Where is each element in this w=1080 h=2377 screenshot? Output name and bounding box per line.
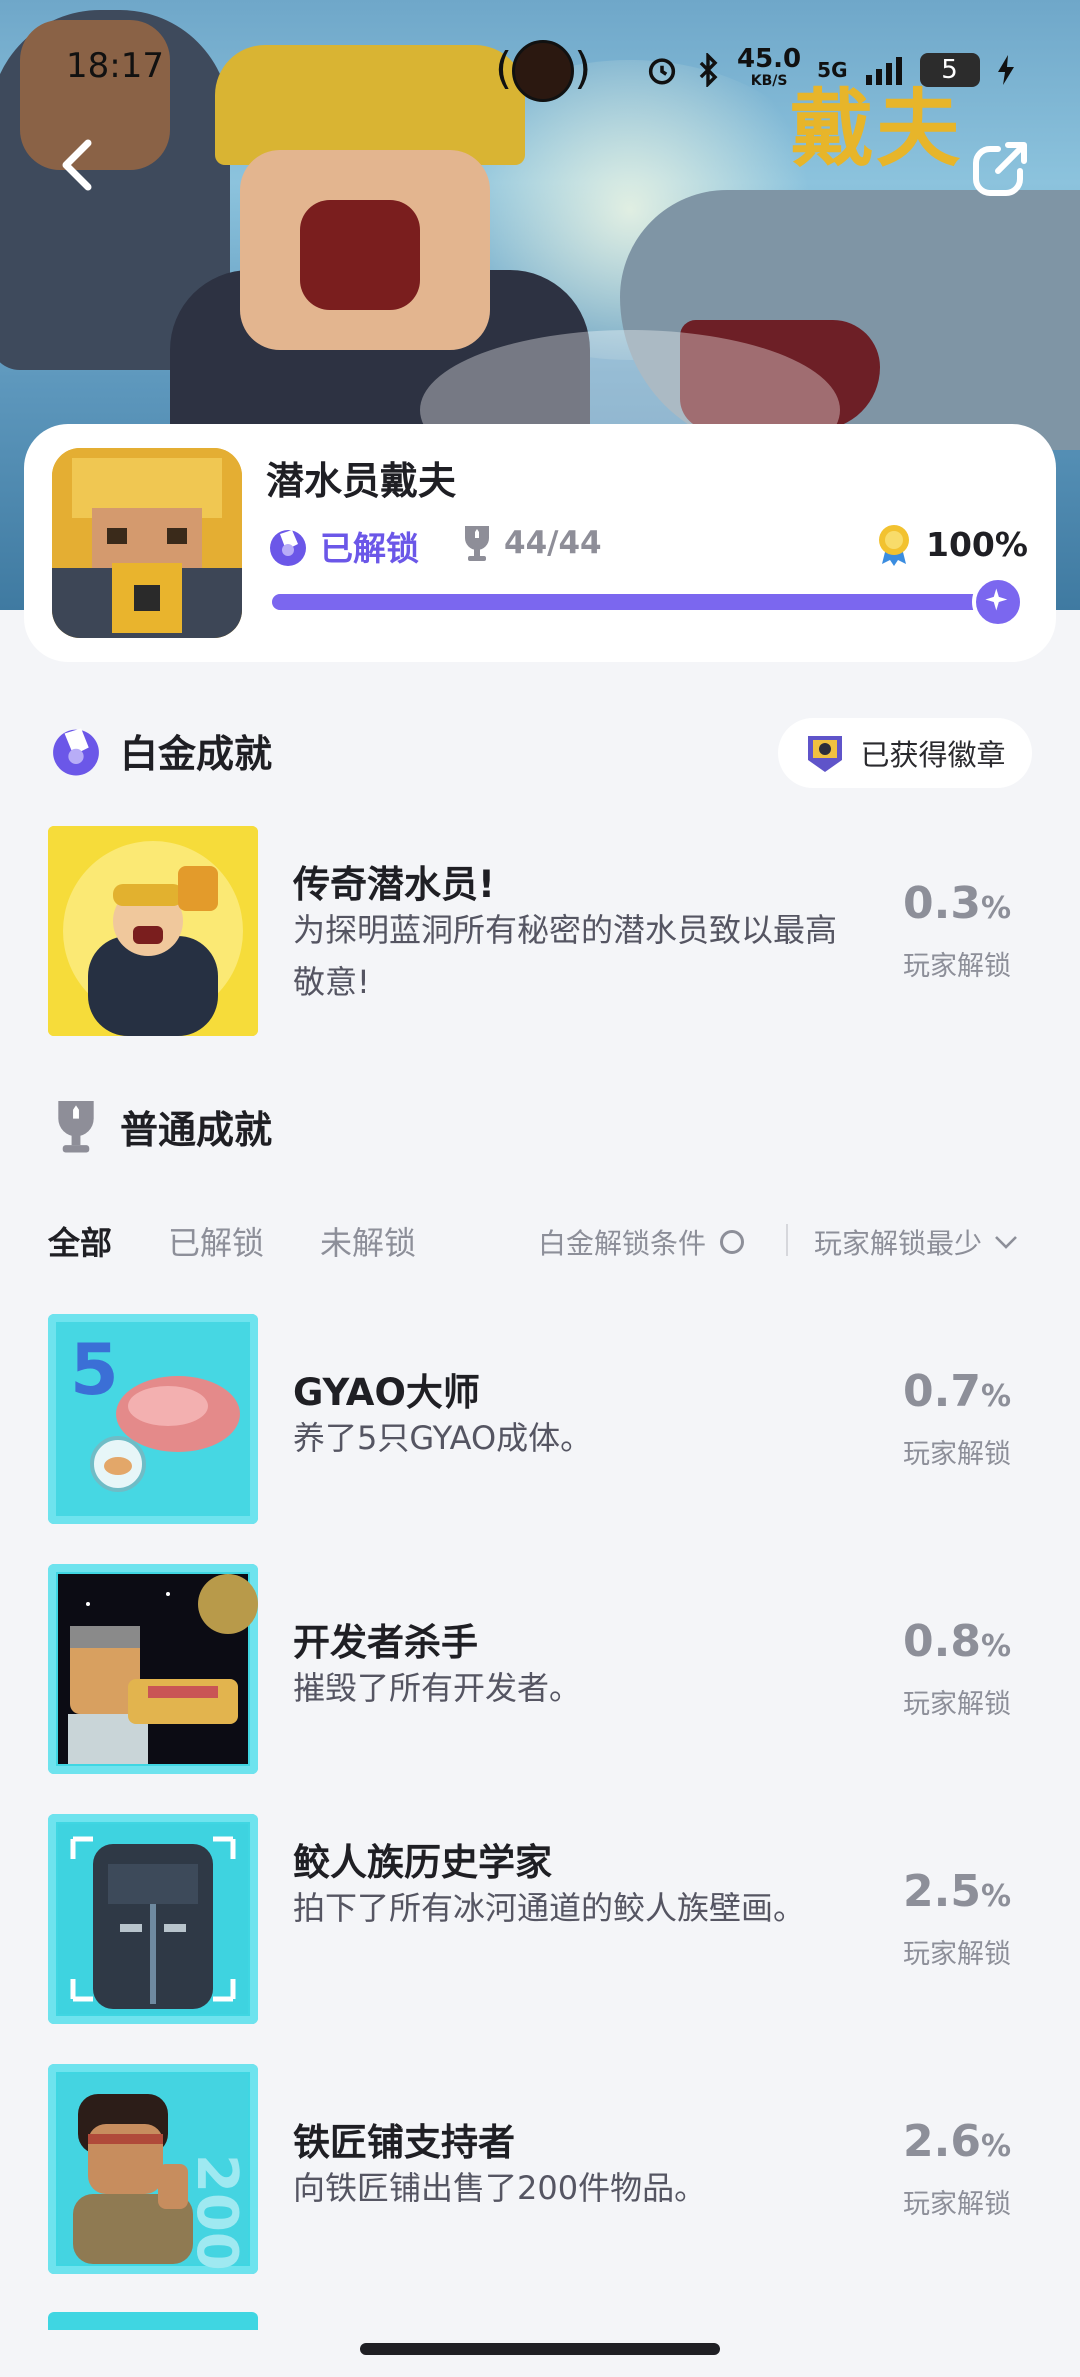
network-type: 5G <box>817 58 848 82</box>
achievement-title: 鲛人族历史学家 <box>293 1841 552 1884</box>
svg-text:5: 5 <box>70 1329 119 1411</box>
achievement-percent-unit: % <box>980 1629 1011 1664</box>
earned-badge-label: 已获得徽章 <box>860 738 1006 772</box>
achievement-row[interactable]: 200 铁匠铺支持者 向铁匠铺出售了200件物品。 2.6% 玩家解锁 <box>48 2064 1032 2274</box>
tab-locked[interactable]: 未解锁 <box>320 1218 416 1264</box>
diver-avatar-icon <box>52 448 242 638</box>
achievement-description: 养了5只GYAO成体。 <box>293 1419 593 1457</box>
achievement-filter-bar: 全部 已解锁 未解锁 白金解锁条件 玩家解锁最少 <box>48 1210 1032 1270</box>
completion-percent: 100% <box>874 522 1028 566</box>
chevron-down-icon <box>995 1236 1017 1249</box>
platinum-trophy-icon <box>270 530 306 566</box>
mural-icon <box>58 1824 248 2014</box>
trophy-count-value: 44/44 <box>504 525 602 561</box>
achievement-title: 开发者杀手 <box>293 1621 478 1664</box>
achievement-row[interactable]: 鲛人族历史学家 拍下了所有冰河通道的鲛人族壁画。 2.5% 玩家解锁 <box>48 1814 1032 2024</box>
completion-percent-value: 100% <box>926 524 1028 564</box>
achievement-percent-value: 0.7 <box>902 1366 981 1417</box>
svg-text:200: 200 <box>184 2154 249 2271</box>
achievement-percent-label: 玩家解锁 <box>903 2189 1011 2220</box>
achievement-percent-value: 0.3 <box>902 878 981 929</box>
game-summary-card: 潜水员戴夫 已解锁 44/44 100% <box>24 424 1056 662</box>
normal-section-header: 普通成就 <box>48 1098 272 1154</box>
achievement-percent-unit: % <box>980 891 1011 926</box>
achievement-percent-value: 0.8 <box>902 1616 981 1667</box>
game-title: 潜水员戴夫 <box>266 459 457 503</box>
achievement-percent-label: 玩家解锁 <box>903 951 1011 982</box>
achievement-image <box>48 1814 258 2024</box>
platinum-trophy-icon <box>53 728 99 776</box>
platinum-section-title: 白金成就 <box>120 731 273 776</box>
unlock-status: 已解锁 <box>266 522 419 570</box>
badge-icon <box>808 736 843 772</box>
trophy-icon <box>58 1100 94 1153</box>
achievement-title: 传奇潜水员! <box>293 863 495 906</box>
achievement-description: 拍下了所有冰河通道的鲛人族壁画。 <box>293 1889 806 1927</box>
achievement-percent-unit: % <box>980 2129 1011 2164</box>
filter-divider <box>786 1224 788 1256</box>
achievement-percent: 2.6% <box>882 2116 1032 2167</box>
status-bar: 18:17 () 45.0 KB/S 5G 5 <box>0 40 1080 102</box>
achievement-title: GYAO大师 <box>293 1371 480 1414</box>
tab-all[interactable]: 全部 <box>48 1218 112 1264</box>
achievement-percent-label: 玩家解锁 <box>903 1939 1011 1970</box>
status-icons: 45.0 KB/S 5G 5 <box>645 46 1016 92</box>
home-indicator[interactable] <box>360 2343 720 2355</box>
achievement-description: 摧毁了所有开发者。 <box>293 1669 582 1707</box>
achievement-description: 为探明蓝洞所有秘密的潜水员致以最高敬意! <box>293 911 838 1001</box>
gyao-fish-icon: 5 <box>56 1322 250 1516</box>
tab-unlocked[interactable]: 已解锁 <box>168 1218 264 1264</box>
alarm-icon <box>648 58 676 85</box>
blacksmith-icon: 200 <box>58 2074 249 2271</box>
achievement-percent-label: 玩家解锁 <box>903 1439 1011 1470</box>
completion-progress-fill <box>272 594 1012 610</box>
banner-diver-mouth <box>300 200 420 310</box>
achievement-percent: 2.5% <box>882 1866 1032 1917</box>
legendary-diver-icon <box>48 826 258 1036</box>
platinum-condition-label: 白金解锁条件 <box>538 1227 707 1260</box>
achievement-row[interactable]: 开发者杀手 摧毁了所有开发者。 0.8% 玩家解锁 <box>48 1564 1032 1774</box>
achievement-percent-label: 玩家解锁 <box>903 1689 1011 1720</box>
status-app-indicator: () <box>495 40 591 102</box>
completion-progress-bar <box>272 594 1012 610</box>
achievement-image <box>48 1564 258 1774</box>
unlock-status-label: 已解锁 <box>320 529 419 568</box>
status-time: 18:17 <box>66 46 164 86</box>
platinum-section-header: 白金成就 <box>48 722 272 778</box>
earned-badge-chip[interactable]: 已获得徽章 <box>778 718 1032 788</box>
platinum-condition-toggle[interactable]: 白金解锁条件 <box>538 1222 745 1262</box>
share-button[interactable] <box>968 135 1034 201</box>
achievement-percent-unit: % <box>980 1879 1011 1914</box>
battery-icon: 5 <box>919 53 980 87</box>
achievement-image: 5 <box>48 1314 258 1524</box>
achievement-percent-value: 2.5 <box>902 1866 981 1917</box>
game-icon[interactable] <box>52 448 242 638</box>
medal-icon <box>879 525 909 566</box>
network-speed: 45.0 KB/S <box>737 46 801 92</box>
achievement-image: 200 <box>48 2064 258 2274</box>
achievement-title: 铁匠铺支持者 <box>293 2121 515 2164</box>
back-button[interactable] <box>50 135 110 195</box>
achievement-percent-unit: % <box>980 1379 1011 1414</box>
achievement-percent: 0.7% <box>882 1366 1032 1417</box>
developer-killer-icon <box>58 1574 258 1764</box>
app-badge-icon <box>512 40 575 102</box>
signal-icon <box>865 57 902 85</box>
trophy-icon <box>465 526 489 561</box>
achievement-percent: 0.3% <box>882 878 1032 929</box>
radio-circle-icon <box>720 1230 745 1254</box>
bluetooth-icon <box>699 53 718 87</box>
achievement-description: 向铁匠铺出售了200件物品。 <box>293 2169 707 2207</box>
progress-star-icon <box>972 576 1024 628</box>
sort-label: 玩家解锁最少 <box>814 1227 983 1260</box>
sort-dropdown[interactable]: 玩家解锁最少 <box>814 1222 1018 1262</box>
platinum-achievement-row[interactable]: 传奇潜水员! 为探明蓝洞所有秘密的潜水员致以最高敬意! 0.3% 玩家解锁 <box>48 826 1032 1036</box>
trophy-count: 44/44 <box>460 524 602 562</box>
normal-section-title: 普通成就 <box>120 1107 273 1152</box>
achievement-percent: 0.8% <box>882 1616 1032 1667</box>
achievement-percent-value: 2.6 <box>902 2116 981 2167</box>
achievement-row[interactable]: 5 GYAO大师 养了5只GYAO成体。 0.7% 玩家解锁 <box>48 1314 1032 1524</box>
charging-icon <box>997 55 1014 85</box>
platinum-achievement-image <box>48 826 258 1036</box>
